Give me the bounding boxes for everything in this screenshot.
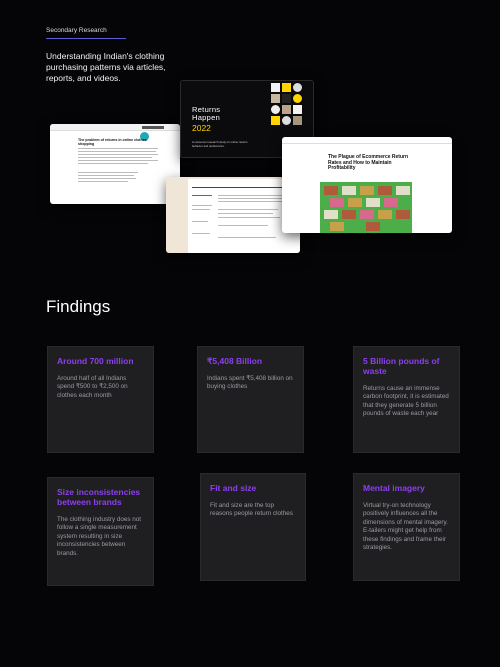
text-line — [78, 157, 152, 158]
text-line — [78, 178, 136, 179]
article-title: The Plague of Ecommerce Return Rates and… — [328, 154, 409, 171]
image-block — [360, 210, 374, 219]
text-line — [218, 225, 268, 226]
finding-heading: Fit and size — [210, 483, 257, 493]
finding-body: Indians spent ₹5,408 billion on buying c… — [207, 375, 293, 391]
finding-card: Fit and size Fit and size are the top re… — [200, 473, 306, 581]
text-line — [78, 148, 158, 149]
cover-tile — [293, 116, 302, 125]
article-hero-image — [320, 182, 412, 233]
text-line — [218, 195, 288, 196]
text-line — [192, 221, 208, 222]
image-block — [324, 210, 338, 219]
text-line — [192, 233, 210, 234]
finding-card: Around 700 million Around half of all In… — [47, 346, 154, 453]
cover-tile — [282, 116, 291, 125]
image-block — [342, 210, 356, 219]
blog-screenshot[interactable]: The problem of returns in online clothes… — [50, 124, 180, 204]
text-line — [192, 195, 212, 196]
article-toolbar — [282, 137, 452, 144]
cover-tile — [293, 83, 302, 92]
findings-title: Findings — [46, 297, 111, 316]
image-block — [378, 210, 392, 219]
text-line — [218, 209, 278, 210]
cover-tile — [282, 94, 291, 103]
report-description: A consumer research study on online retu… — [192, 140, 248, 148]
text-line — [78, 181, 128, 182]
image-block — [324, 186, 338, 195]
cover-tile — [271, 116, 280, 125]
finding-heading: Mental imagery — [363, 483, 425, 493]
report-year: 2022 — [192, 123, 211, 133]
text-line — [192, 187, 282, 188]
text-line — [218, 217, 280, 218]
text-line — [218, 237, 276, 238]
image-block — [396, 210, 410, 219]
finding-body: The clothing industry does not follow a … — [57, 516, 142, 557]
finding-heading: ₹5,408 Billion — [207, 356, 263, 366]
finding-body: Returns cause an immense carbon footprin… — [363, 385, 449, 418]
cover-tile — [271, 94, 280, 103]
text-line — [78, 154, 158, 155]
text-line — [78, 151, 156, 152]
text-line — [218, 213, 273, 214]
ecommerce-article-screenshot[interactable]: The Plague of Ecommerce Return Rates and… — [282, 137, 452, 233]
text-line — [192, 209, 210, 210]
cover-tile — [282, 83, 291, 92]
text-line — [78, 175, 134, 176]
cover-tile — [293, 105, 302, 114]
image-block — [366, 222, 380, 231]
text-line — [192, 205, 212, 206]
image-block — [384, 198, 398, 207]
cover-tile — [271, 83, 280, 92]
cover-tile — [271, 105, 280, 114]
report-page-screenshot[interactable] — [166, 177, 300, 253]
finding-body: Fit and size are the top reasons people … — [210, 502, 293, 518]
image-block — [330, 198, 344, 207]
finding-card: 5 Billion pounds of waste Returns cause … — [353, 346, 460, 453]
text-line — [218, 201, 288, 202]
text-line — [78, 172, 138, 173]
image-block — [360, 186, 374, 195]
research-collage: The problem of returns in online clothes… — [40, 70, 460, 260]
finding-heading: Around 700 million — [57, 356, 134, 366]
text-line — [78, 163, 148, 164]
section-label: Secondary Research — [46, 27, 107, 34]
image-block — [366, 198, 380, 207]
cover-tile — [282, 105, 291, 114]
finding-body: Virtual try-on technology positively inf… — [363, 502, 448, 552]
finding-card: Size inconsistencies between brands The … — [47, 477, 154, 586]
finding-body: Around half of all Indians spend ₹500 to… — [57, 375, 128, 399]
finding-heading: Size inconsistencies between brands — [57, 487, 141, 507]
report-title-line2: Happen — [192, 113, 221, 122]
section-underline — [46, 38, 126, 39]
finding-card: ₹5,408 Billion Indians spent ₹5,408 bill… — [197, 346, 304, 453]
image-block — [348, 198, 362, 207]
blog-headline: The problem of returns in online clothes… — [78, 138, 147, 146]
finding-card: Mental imagery Virtual try-on technology… — [353, 473, 460, 581]
image-block — [378, 186, 392, 195]
text-line — [218, 198, 283, 199]
image-block — [330, 222, 344, 231]
text-line — [78, 160, 158, 161]
image-block — [396, 186, 410, 195]
finding-heading: 5 Billion pounds of waste — [363, 356, 440, 376]
cover-tile — [293, 94, 302, 103]
image-block — [342, 186, 356, 195]
blog-toolbar-button — [142, 126, 164, 129]
